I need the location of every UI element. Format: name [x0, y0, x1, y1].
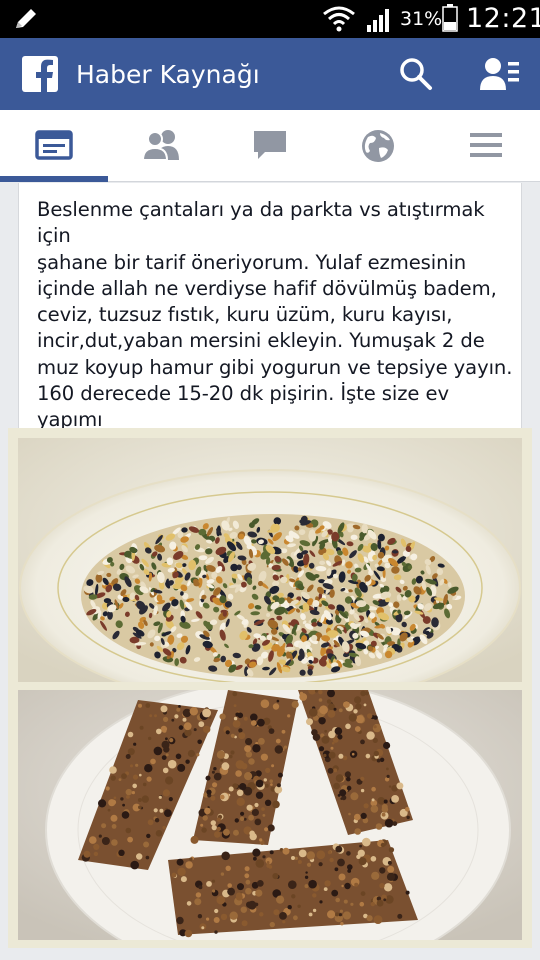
tab-friends[interactable] [108, 110, 216, 182]
status-bar: 31% 12:21 [0, 0, 540, 38]
search-icon[interactable] [398, 56, 434, 92]
messages-icon [254, 131, 286, 159]
wifi-icon [323, 6, 355, 32]
globe-icon [362, 130, 394, 162]
post-photo[interactable] [8, 428, 532, 948]
tab-news-feed[interactable] [0, 110, 108, 182]
battery-icon [442, 4, 458, 32]
tab-notifications[interactable] [324, 110, 432, 182]
post-card: Beslenme çantaları ya da parkta vs atışt… [18, 183, 522, 458]
active-tab-indicator [0, 176, 108, 182]
granola-bars-image [18, 690, 522, 940]
clock: 12:21 [466, 3, 540, 34]
signal-icon [367, 9, 389, 32]
trail-mix-plate-image [18, 438, 522, 682]
menu-icon [470, 133, 502, 157]
tab-more[interactable] [432, 110, 540, 182]
news-feed-icon [35, 130, 73, 160]
friend-requests-icon[interactable] [478, 56, 520, 92]
battery-percent: 31% [400, 8, 443, 30]
post-body: Beslenme çantaları ya da parkta vs atışt… [37, 198, 513, 458]
tab-bar [0, 110, 540, 182]
edit-icon [16, 9, 36, 28]
friends-icon [141, 130, 179, 161]
app-bar: Haber Kaynağı [0, 38, 540, 110]
facebook-logo[interactable] [22, 56, 58, 92]
tab-messages[interactable] [216, 110, 324, 182]
page-title: Haber Kaynağı [76, 60, 260, 89]
